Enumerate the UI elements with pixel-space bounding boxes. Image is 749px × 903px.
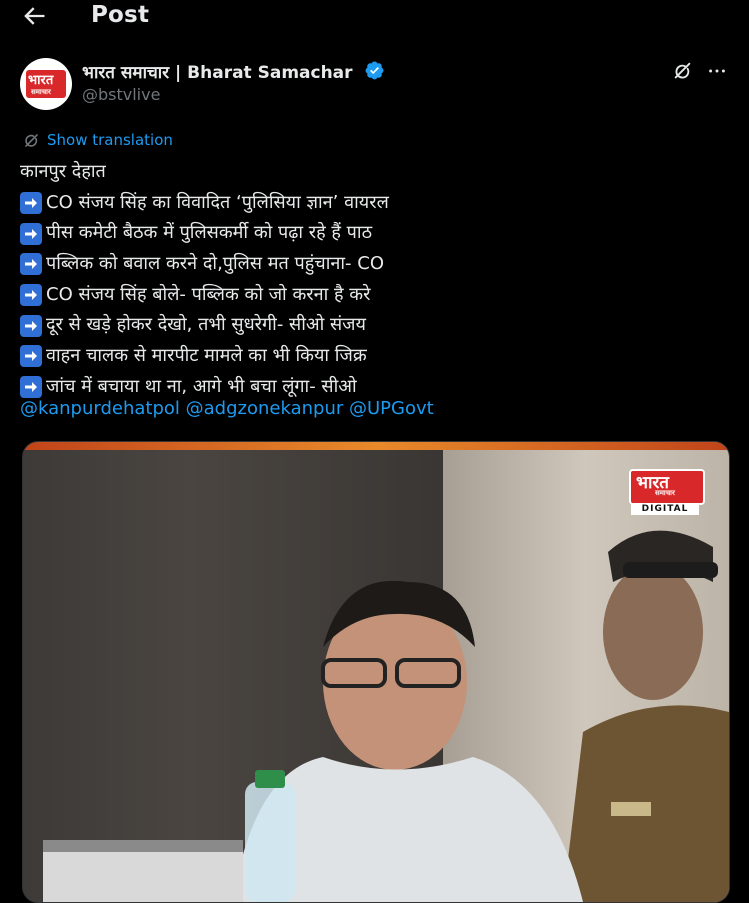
right-arrow-emoji-icon [20,376,42,399]
tweet-line-text: कानपुर देहात [20,161,106,182]
tweet-line: कानपुर देहात [20,157,720,188]
officer-name-tag [611,802,651,816]
right-arrow-emoji-icon [20,314,42,337]
tweet-line: CO संजय सिंह बोले- पब्लिक को जो करना है … [20,280,720,311]
author-name[interactable]: भारत समाचार | Bharat Samachar [82,60,353,83]
verified-badge-icon[interactable] [364,60,385,81]
desk-calendar [43,852,243,902]
show-translation-label: Show translation [47,131,173,149]
page-title: Post [91,2,150,28]
tweet-line: पीस कमेटी बैठक में पुलिसकर्मी को पढ़ा रह… [20,218,720,249]
post-header: Post [0,0,749,36]
tweet-video[interactable]: भारत समाचार DIGITAL [22,441,730,903]
grok-icon[interactable] [672,60,694,82]
video-scene [43,530,729,902]
right-arrow-emoji-icon [20,345,42,368]
officer-glasses [623,562,718,578]
tweet-text: कानपुर देहात CO संजय सिंह का विवादित ‘पु… [20,157,720,403]
tweet-line-text: पीस कमेटी बैठक में पुलिसकर्मी को पढ़ा रह… [46,222,373,244]
avatar[interactable]: भारत समाचार [20,58,72,110]
bharat-samachar-watermark: भारत समाचार DIGITAL [629,469,705,515]
avatar-logo-subtext: समाचार [31,88,51,96]
calendar-binding [43,840,243,852]
show-translation-button[interactable]: Show translation [22,130,173,150]
author-handle[interactable]: @bstvlive [82,85,160,104]
avatar-logo-text: भारत [28,73,54,88]
tweet-line-text: दूर से खड़े होकर देखो, तभी सुधरेगी- सीओ … [46,314,366,336]
water-bottle [245,782,295,902]
right-arrow-emoji-icon [20,284,42,307]
right-arrow-emoji-icon [20,253,42,276]
back-arrow-icon [24,7,45,25]
more-options-icon[interactable] [706,60,728,82]
tweet-line: वाहन चालक से मारपीट मामले का भी किया जिक… [20,341,720,372]
tweet-line: CO संजय सिंह का विवादित ‘पुलिसिया ज्ञान’… [20,188,720,219]
tweet-line: पब्लिक को बवाल करने दो,पुलिस मत पहुंचाना… [20,249,720,280]
translate-icon [25,133,38,147]
tweet-line-text: CO संजय सिंह बोले- पब्लिक को जो करना है … [46,283,371,305]
back-button[interactable] [20,2,48,30]
tweet-line-text: पब्लिक को बवाल करने दो,पुलिस मत पहुंचाना… [46,253,385,275]
mention-link-adgzonekanpur[interactable]: @adgzonekanpur [186,398,344,419]
right-arrow-emoji-icon [20,192,42,215]
watermark-sub-text: समाचार [655,489,675,497]
watermark-digital-label: DIGITAL [631,503,699,515]
officer-head [603,564,703,700]
tweet-line-text: CO संजय सिंह का विवादित ‘पुलिसिया ज्ञान’… [46,191,389,213]
mention-link-kanpurdehatpol[interactable]: @kanpurdehatpol [20,398,180,419]
right-arrow-emoji-icon [20,222,42,245]
bottle-cap [255,770,285,788]
tweet-line-text: वाहन चालक से मारपीट मामले का भी किया जिक… [46,345,367,367]
tweet-mentions: @kanpurdehatpol @adgzonekanpur @UPGovt [20,398,434,419]
mention-link-upgovt[interactable]: @UPGovt [349,398,434,419]
tweet-line: दूर से खड़े होकर देखो, तभी सुधरेगी- सीओ … [20,310,720,341]
